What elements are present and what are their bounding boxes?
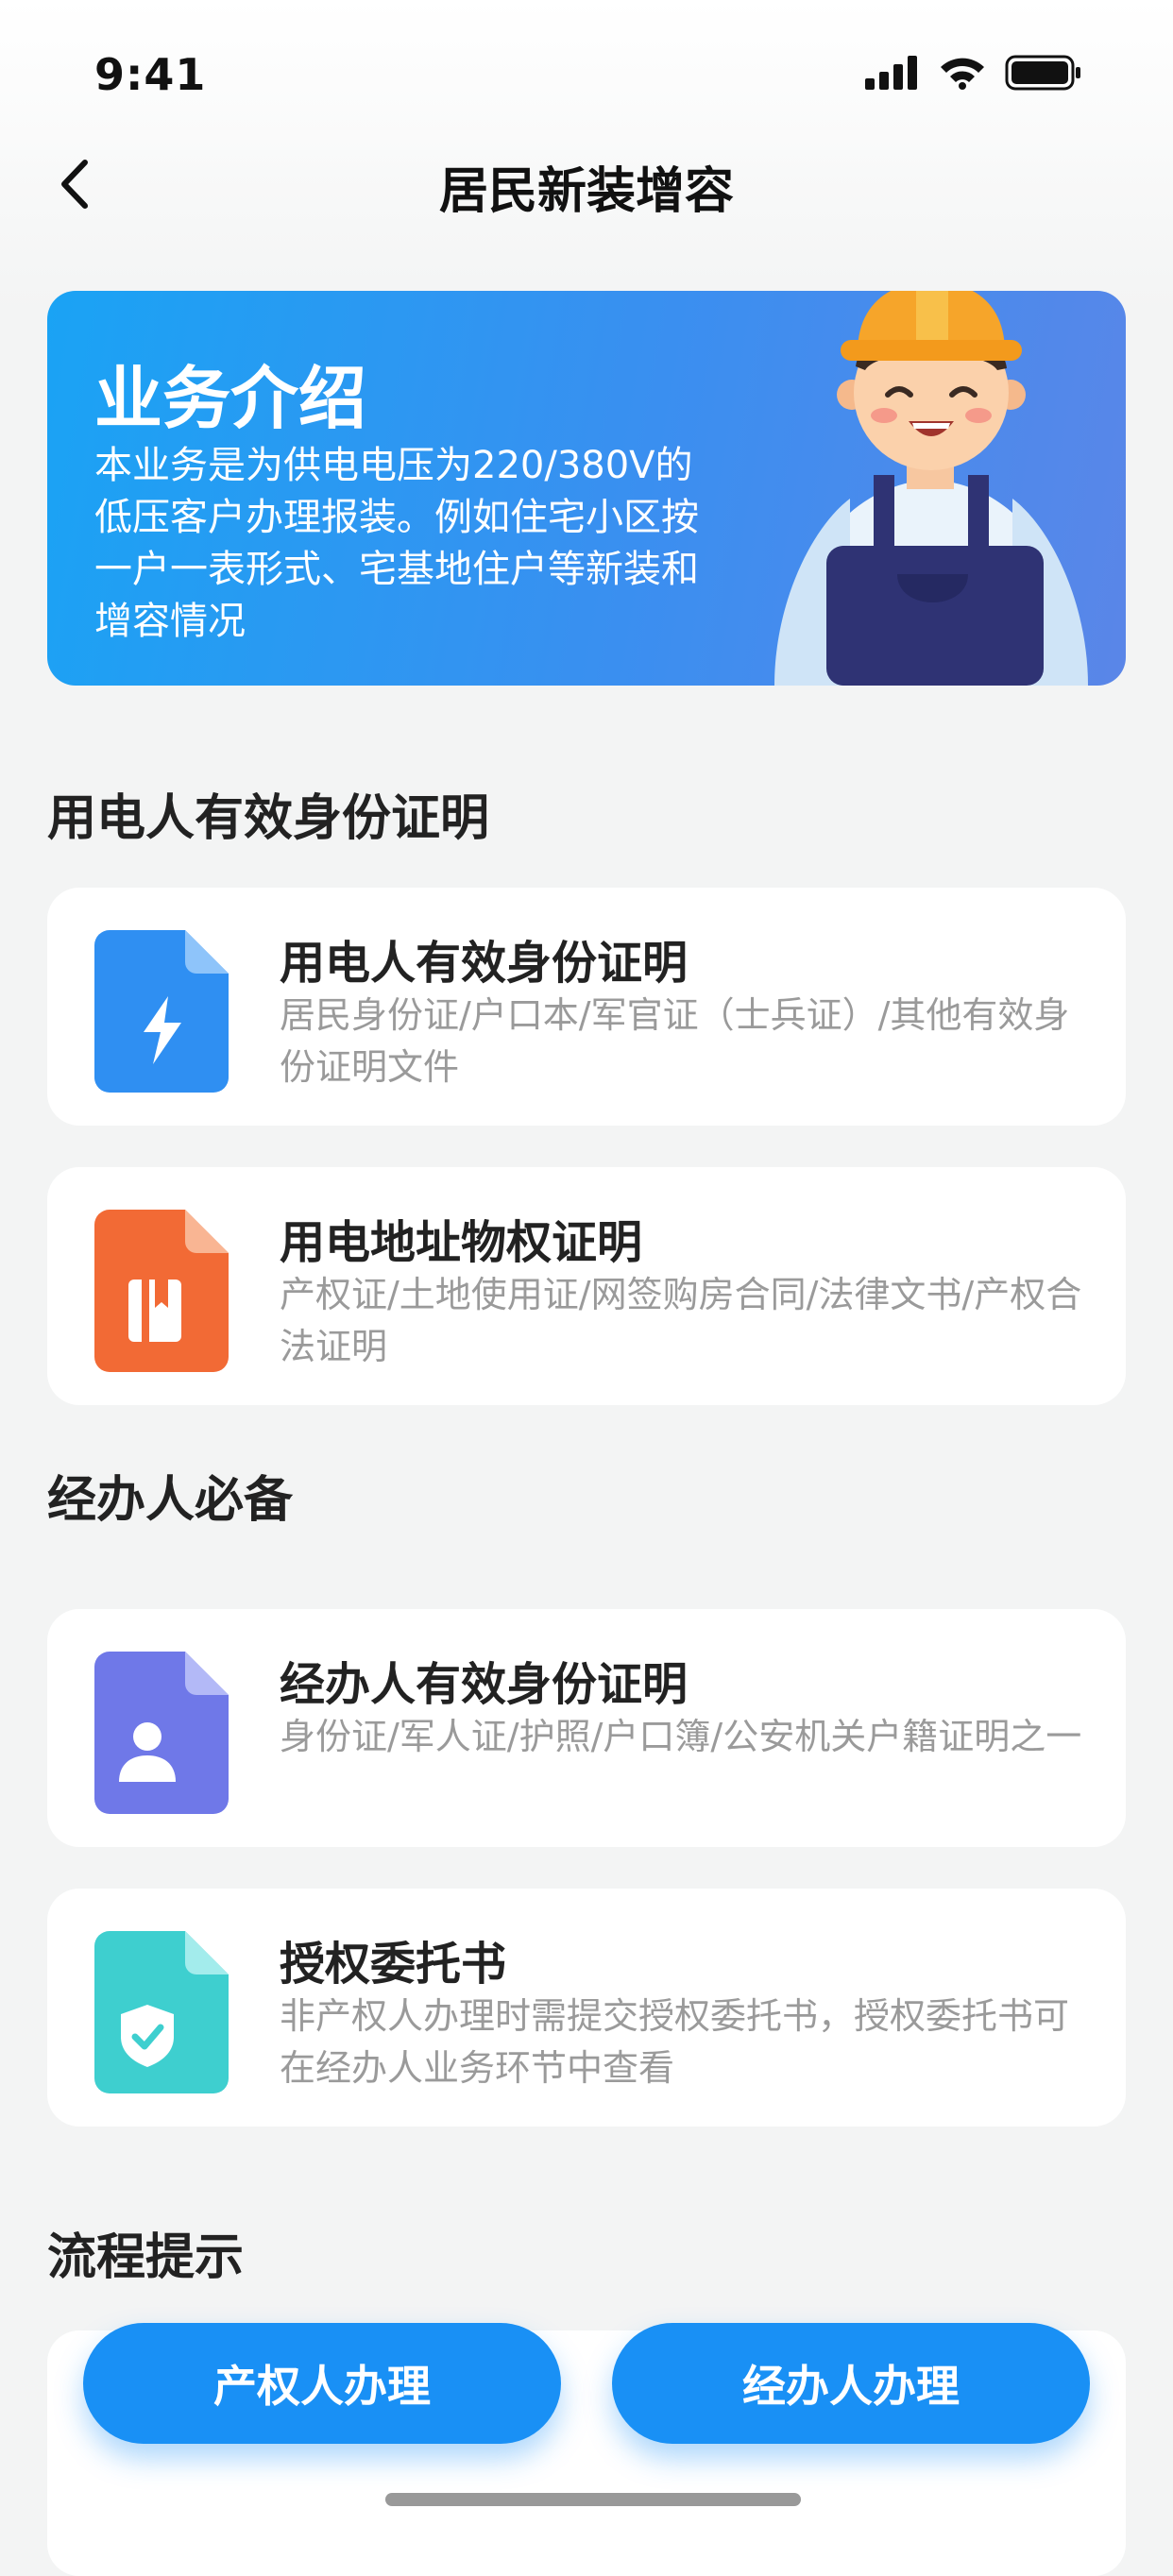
owner-handle-button[interactable]: 产权人办理 bbox=[83, 2323, 561, 2444]
card-description: 产权证/土地使用证/网签购房合同/法律文书/产权合法证明 bbox=[280, 1274, 1082, 1367]
status-icons bbox=[865, 55, 1082, 91]
banner-description: 本业务是为供电电压为220/380V的低压客户办理报装。例如住宅小区按一户一表形… bbox=[94, 444, 699, 643]
card-title: 用电人有效身份证明 bbox=[280, 937, 688, 990]
requirement-card[interactable]: 用电地址物权证明 产权证/土地使用证/网签购房合同/法律文书/产权合法证明 bbox=[47, 1167, 1126, 1405]
worker-illustration bbox=[774, 291, 1088, 686]
intro-banner: 业务介绍 本业务是为供电电压为220/380V的低压客户办理报装。例如住宅小区按… bbox=[47, 291, 1126, 686]
section-title-process: 流程提示 bbox=[47, 2229, 245, 2286]
page-title: 居民新装增容 bbox=[438, 163, 734, 220]
wifi-icon bbox=[941, 58, 984, 90]
agent-handle-button[interactable]: 经办人办理 bbox=[612, 2323, 1090, 2444]
card-title: 经办人有效身份证明 bbox=[280, 1658, 688, 1711]
battery-icon bbox=[1005, 55, 1080, 91]
home-indicator bbox=[385, 2493, 801, 2506]
requirement-card[interactable]: 授权委托书 非产权人办理时需提交授权委托书，授权委托书可在经办人业务环节中查看 bbox=[47, 1889, 1126, 2127]
card-title: 用电地址物权证明 bbox=[280, 1216, 643, 1269]
signal-icon bbox=[865, 56, 917, 90]
section-title-agent: 经办人必备 bbox=[47, 1472, 294, 1529]
requirement-card[interactable]: 经办人有效身份证明 身份证/军人证/护照/户口簿/公安机关户籍证明之一 bbox=[47, 1609, 1126, 1847]
lightning-document-icon bbox=[94, 930, 229, 1093]
status-time: 9:41 bbox=[94, 49, 207, 100]
banner-title: 业务介绍 bbox=[94, 359, 367, 438]
section-title-identity: 用电人有效身份证明 bbox=[47, 790, 490, 847]
shield-check-document-icon bbox=[94, 1931, 229, 2093]
person-document-icon bbox=[94, 1652, 229, 1814]
requirement-card[interactable]: 用电人有效身份证明 居民身份证/户口本/军官证（士兵证）/其他有效身份证明文件 bbox=[47, 888, 1126, 1126]
book-document-icon bbox=[94, 1210, 229, 1372]
card-description: 非产权人办理时需提交授权委托书，授权委托书可在经办人业务环节中查看 bbox=[280, 1995, 1070, 2089]
card-description: 身份证/军人证/护照/户口簿/公安机关户籍证明之一 bbox=[280, 1716, 1082, 1757]
card-title: 授权委托书 bbox=[280, 1938, 507, 1991]
card-description: 居民身份证/户口本/军官证（士兵证）/其他有效身份证明文件 bbox=[280, 994, 1070, 1088]
